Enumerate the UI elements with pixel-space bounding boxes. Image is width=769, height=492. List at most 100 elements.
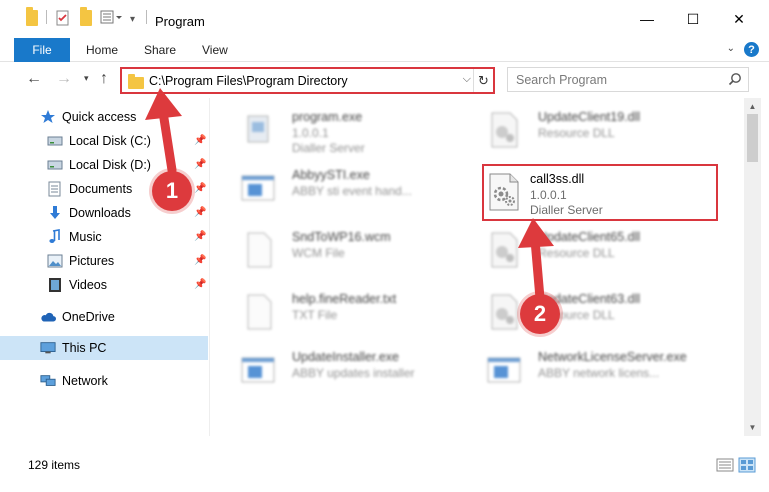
tiles-view-icon[interactable] xyxy=(738,457,756,473)
file-item[interactable]: program.exe 1.0.0.1 Dialler Server xyxy=(210,102,450,155)
minimize-button[interactable]: — xyxy=(624,0,670,38)
dll-icon xyxy=(491,112,518,148)
customize-icon[interactable] xyxy=(100,10,126,24)
tab-share[interactable]: Share xyxy=(144,43,176,57)
pin-icon[interactable]: 📌 xyxy=(194,159,206,170)
file-type: ABBY sti event hand... xyxy=(292,184,412,198)
sidebar-item-onedrive[interactable]: OneDrive xyxy=(0,305,208,329)
drive-icon xyxy=(47,157,63,173)
file-name: AbbyySTI.exe xyxy=(292,168,370,182)
expand-ribbon-icon[interactable]: ⌄ xyxy=(727,43,735,54)
chevron-down-icon[interactable]: ⌵ xyxy=(463,73,471,86)
details-view-icon[interactable] xyxy=(716,457,734,473)
scroll-down-icon[interactable]: ▼ xyxy=(744,419,761,436)
qa-dropdown-icon[interactable]: ▾ xyxy=(130,14,135,25)
scroll-up-icon[interactable]: ▲ xyxy=(744,98,761,115)
search-box[interactable] xyxy=(507,67,749,92)
download-icon xyxy=(47,205,63,221)
separator xyxy=(146,10,147,24)
pin-icon[interactable]: 📌 xyxy=(194,207,206,218)
pin-icon[interactable]: 📌 xyxy=(194,279,206,290)
folder-icon xyxy=(128,74,144,89)
sidebar-item-quick-access[interactable]: Quick access xyxy=(0,105,208,129)
scroll-thumb[interactable] xyxy=(747,114,758,162)
folder-icon[interactable] xyxy=(26,7,38,26)
sidebar-item-label: Quick access xyxy=(62,110,137,124)
file-item[interactable]: UpdateClient63.dll Resource DLL xyxy=(456,284,696,336)
sidebar-item-label: Network xyxy=(62,374,108,388)
sidebar-item-network[interactable]: Network xyxy=(0,369,208,393)
file-item[interactable]: UpdateInstaller.exe ABBY updates install… xyxy=(210,342,450,394)
status-bar: 129 items xyxy=(0,448,769,482)
computer-icon xyxy=(40,340,56,356)
sidebar-item-pictures[interactable]: Pictures 📌 xyxy=(0,249,208,273)
window-title: Program xyxy=(155,14,205,29)
sidebar-item-label: Local Disk (C:) xyxy=(69,134,151,148)
maximize-button[interactable]: ☐ xyxy=(670,0,716,38)
callout-step-1: 1 xyxy=(152,171,192,211)
sidebar-item-label: Music xyxy=(69,230,102,244)
file-type: Resource DLL xyxy=(538,126,615,140)
file-item[interactable]: NetworkLicenseServer.exe ABBY network li… xyxy=(456,342,696,394)
exe-icon xyxy=(247,115,269,143)
file-type: ABBY network licens... xyxy=(538,366,660,380)
help-icon[interactable]: ? xyxy=(744,42,759,57)
tab-view[interactable]: View xyxy=(202,43,228,57)
search-icon[interactable] xyxy=(728,72,742,89)
pin-icon[interactable]: 📌 xyxy=(194,255,206,266)
app-icon xyxy=(487,357,521,383)
pin-icon[interactable]: 📌 xyxy=(194,231,206,242)
file-item[interactable]: UpdateClient19.dll Resource DLL xyxy=(456,102,696,154)
navigation-pane: Quick access Local Disk (C:) 📌 Local Dis… xyxy=(0,98,210,436)
file-type: Resource DLL xyxy=(538,246,615,260)
file-name: UpdateClient19.dll xyxy=(538,110,641,124)
blank-file-icon xyxy=(247,232,272,268)
properties-icon[interactable] xyxy=(55,10,71,26)
file-item[interactable]: SndToWP16.wcm WCM File xyxy=(210,222,450,274)
file-name: help.fineReader.txt xyxy=(292,292,397,306)
file-list: program.exe 1.0.0.1 Dialler Server Updat… xyxy=(210,98,744,436)
sidebar-item-local-disk-c[interactable]: Local Disk (C:) 📌 xyxy=(0,129,208,153)
music-icon xyxy=(47,229,63,245)
address-row: ← → ▾ ↑ C:\Program Files\Program Directo… xyxy=(0,62,769,98)
refresh-icon[interactable]: ↻ xyxy=(473,69,493,92)
file-description: Dialler Server xyxy=(292,141,365,155)
file-type: TXT File xyxy=(292,308,338,322)
callout-step-2: 2 xyxy=(520,294,560,334)
address-path[interactable]: C:\Program Files\Program Directory xyxy=(149,74,348,88)
picture-icon xyxy=(47,253,63,269)
vertical-scrollbar[interactable]: ▲ ▼ xyxy=(744,98,761,436)
separator xyxy=(46,10,47,24)
document-icon xyxy=(47,181,63,197)
pin-icon[interactable]: 📌 xyxy=(194,135,206,146)
sidebar-item-this-pc[interactable]: This PC xyxy=(0,336,208,360)
app-icon xyxy=(241,357,275,383)
file-item[interactable]: AbbyySTI.exe ABBY sti event hand... xyxy=(210,160,450,212)
title-bar: ▾ Program — ☐ ✕ xyxy=(0,0,769,38)
search-input[interactable] xyxy=(508,68,723,91)
up-button[interactable]: ↑ xyxy=(100,70,108,88)
pin-icon[interactable]: 📌 xyxy=(194,183,206,194)
tab-home[interactable]: Home xyxy=(86,43,118,57)
file-name: UpdateInstaller.exe xyxy=(292,350,400,364)
sidebar-item-label: Documents xyxy=(69,182,133,196)
file-item[interactable]: help.fineReader.txt TXT File xyxy=(210,284,450,336)
tab-file[interactable]: File xyxy=(14,38,70,62)
sidebar-item-label: Videos xyxy=(69,278,107,292)
new-folder-icon[interactable] xyxy=(80,7,92,26)
sidebar-item-videos[interactable]: Videos 📌 xyxy=(0,273,208,297)
file-name: UpdateClient65.dll xyxy=(538,230,641,244)
close-button[interactable]: ✕ xyxy=(716,0,762,38)
sidebar-item-label: Local Disk (D:) xyxy=(69,158,151,172)
file-item[interactable]: UpdateClient65.dll Resource DLL xyxy=(456,222,696,274)
drive-icon xyxy=(47,133,63,149)
sidebar-item-music[interactable]: Music 📌 xyxy=(0,225,208,249)
address-bar[interactable]: C:\Program Files\Program Directory ⌵ ↻ xyxy=(120,67,495,94)
forward-button[interactable]: → xyxy=(56,70,72,88)
network-icon xyxy=(40,373,56,389)
back-button[interactable]: ← xyxy=(26,70,42,88)
dll-icon xyxy=(491,294,518,330)
recent-locations-icon[interactable]: ▾ xyxy=(84,73,89,84)
file-type: WCM File xyxy=(292,246,345,260)
file-name: SndToWP16.wcm xyxy=(292,230,391,244)
